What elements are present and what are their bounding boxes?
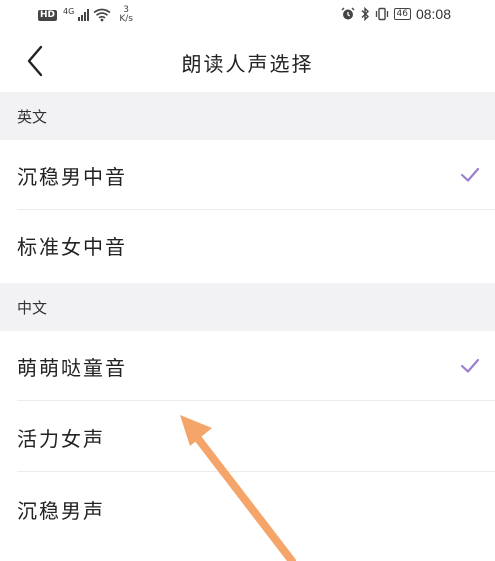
section-header-english: 英文: [0, 92, 495, 140]
bluetooth-icon: [361, 7, 369, 21]
divider: [17, 400, 495, 401]
voice-option-label: 标准女中音: [17, 234, 127, 259]
nav-header: 朗读人声选择: [0, 30, 495, 92]
checkmark-icon: [460, 358, 480, 373]
voice-option-calm-male[interactable]: 沉稳男声: [0, 474, 495, 544]
voice-option-calm-male-alto[interactable]: 沉稳男中音: [0, 140, 495, 210]
alarm-icon: [341, 7, 354, 20]
network-type: 4G: [63, 6, 75, 16]
vibrate-icon: [375, 7, 388, 21]
voice-selection-screen: HD 4G 3 K/s 46 08:08 朗读人声选择 英文 沉稳男中音 标准女…: [0, 0, 495, 561]
network-speed: 3 K/s: [119, 6, 133, 24]
wifi-icon: [93, 8, 111, 22]
voice-option-label: 萌萌哒童音: [17, 355, 127, 380]
page-title: 朗读人声选择: [181, 52, 314, 76]
voice-option-standard-female-alto[interactable]: 标准女中音: [0, 210, 495, 280]
status-bar-right: 46 08:08: [341, 5, 451, 23]
status-bar: HD 4G 3 K/s 46 08:08: [0, 0, 495, 30]
status-bar-left: HD 4G 3 K/s: [38, 6, 133, 24]
checkmark-icon: [460, 167, 480, 182]
divider: [17, 471, 495, 472]
signal-icon: [78, 9, 90, 21]
voice-option-label: 沉稳男中音: [17, 164, 127, 189]
network-speed-unit: K/s: [119, 14, 133, 24]
voice-option-label: 活力女声: [17, 426, 105, 451]
voice-option-label: 沉稳男声: [17, 498, 105, 523]
battery-icon: 46: [393, 8, 411, 20]
hd-badge: HD: [38, 9, 58, 21]
voice-option-cute-child[interactable]: 萌萌哒童音: [0, 331, 495, 401]
status-time: 08:08: [415, 6, 451, 22]
section-header-chinese: 中文: [0, 283, 495, 331]
voice-option-energetic-female[interactable]: 活力女声: [0, 402, 495, 472]
